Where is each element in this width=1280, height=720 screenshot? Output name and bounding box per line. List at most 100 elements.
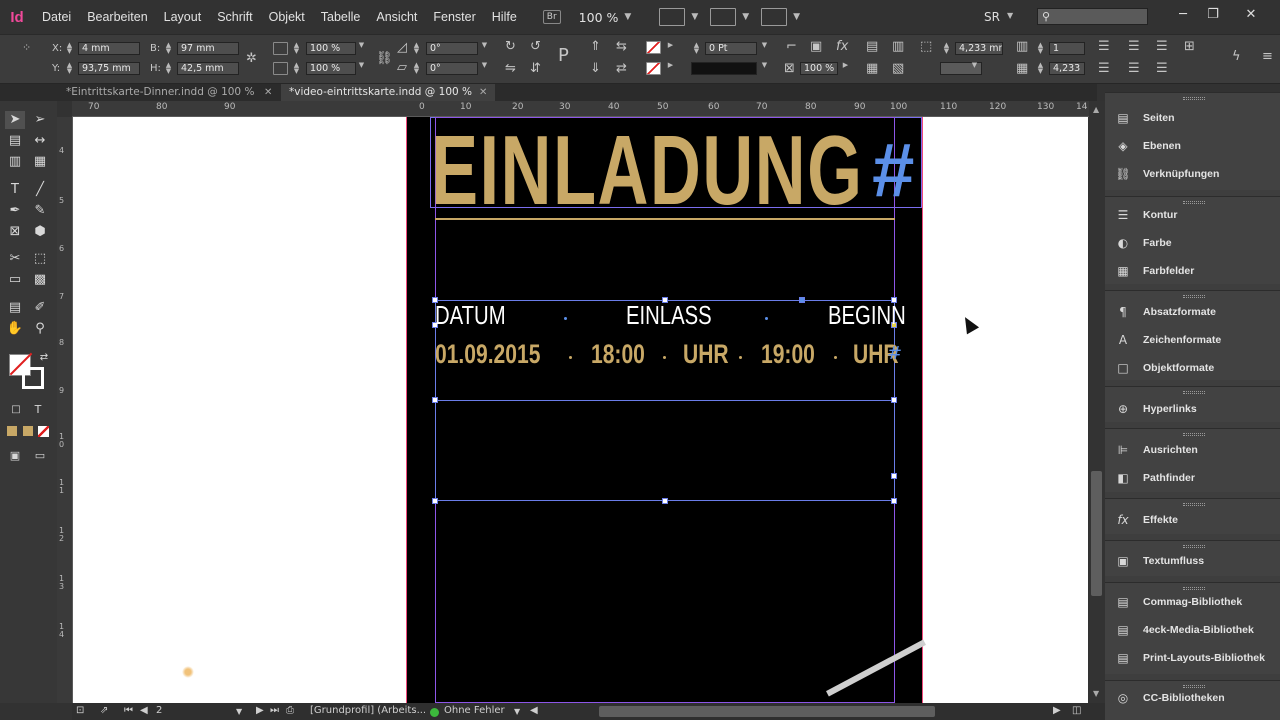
height-field[interactable]: 42,5 mm	[177, 62, 239, 75]
align-top-icon[interactable]: ☰	[1098, 39, 1110, 54]
chevron-up-icon[interactable]: ▲	[1093, 105, 1099, 114]
y-stepper[interactable]: ▲ ▼	[65, 62, 74, 75]
y-field[interactable]: 93,75 mm	[78, 62, 140, 75]
pasteboard[interactable]: EINLADUNG # DATUM EINLASS BEGINN 01.09.2…	[73, 117, 1088, 703]
chevron-down-icon[interactable]: ▼	[760, 62, 769, 75]
align-center-icon[interactable]: ☰	[1128, 39, 1140, 54]
selection-tool-icon[interactable]: ➤	[5, 111, 25, 129]
effects-icon[interactable]: fx	[836, 39, 848, 54]
rotate-cw-icon[interactable]: ↻	[505, 39, 516, 54]
screen-mode-icon[interactable]: ▭	[30, 447, 50, 465]
scroll-right-icon[interactable]: ▶	[1053, 705, 1061, 716]
gradient-feather-tool-icon[interactable]: ▩	[30, 271, 50, 289]
value-einlass-time[interactable]: 18:00	[591, 339, 645, 370]
bridge-button[interactable]: Br	[542, 10, 561, 24]
width-field[interactable]: 97 mm	[177, 42, 239, 55]
chevron-down-icon[interactable]: ▼	[793, 12, 800, 22]
chevron-down-icon[interactable]: ▼	[480, 62, 489, 75]
panel-commag-bibliothek[interactable]: ▤ Commag-Bibliothek	[1115, 592, 1275, 612]
quick-apply-icon[interactable]: ϟ	[1232, 49, 1241, 64]
link-scale-icon[interactable]: ⛓	[376, 51, 393, 66]
content-collector-icon[interactable]: ▥	[5, 153, 25, 171]
align-bottom-icon[interactable]: ☰	[1156, 39, 1168, 54]
drop-shadow-icon[interactable]: ▣	[810, 39, 822, 54]
preflight-profile-icon[interactable]: ⎙	[286, 705, 294, 716]
menu-schrift[interactable]: Schrift	[209, 0, 260, 34]
menu-layout[interactable]: Layout	[156, 0, 210, 34]
panel-seiten[interactable]: ▤ Seiten	[1115, 108, 1275, 128]
stroke-swatch[interactable]	[22, 367, 44, 389]
resize-handle[interactable]	[799, 297, 805, 303]
gap-tool-icon[interactable]: ↔	[30, 132, 50, 150]
align-right-icon[interactable]: ☰	[1156, 61, 1168, 76]
note-tool-icon[interactable]: ▤	[5, 299, 25, 317]
panel-verknuepfungen[interactable]: ⛓ Verknüpfungen	[1115, 164, 1275, 184]
panel-objektformate[interactable]: □ Objektformate	[1115, 358, 1275, 378]
panel-grip[interactable]	[1183, 97, 1205, 100]
scissors-tool-icon[interactable]: ✂	[5, 250, 25, 268]
panel-menu-icon[interactable]: ≡	[1262, 49, 1273, 64]
pencil-tool-icon[interactable]: ✎	[30, 202, 50, 220]
panel-effekte[interactable]: fx Effekte	[1115, 510, 1275, 530]
menu-objekt[interactable]: Objekt	[261, 0, 313, 34]
previous-page-icon[interactable]: ◀	[140, 705, 148, 716]
screen-mode-icon[interactable]	[710, 8, 737, 26]
close-icon[interactable]: ✕	[479, 87, 487, 98]
flip-horizontal-icon[interactable]: ⇋	[505, 61, 516, 76]
headline-text[interactable]: EINLADUNG	[431, 121, 863, 219]
apply-color-icon[interactable]	[7, 426, 17, 436]
polygon-tool-icon[interactable]: ⬢	[30, 223, 50, 241]
panel-ausrichten[interactable]: ⊫ Ausrichten	[1115, 440, 1275, 460]
minimize-button[interactable]: ─	[1168, 5, 1198, 25]
panel-kontur[interactable]: ☰ Kontur	[1115, 205, 1275, 225]
chevron-down-icon[interactable]: ▼	[357, 62, 366, 75]
chevron-down-icon[interactable]: ▼	[624, 12, 631, 22]
swap-colors-icon[interactable]: ⇄	[34, 349, 54, 367]
chevron-down-icon[interactable]: ▼	[357, 42, 366, 55]
stroke-weight-stepper[interactable]: ▲ ▼	[692, 42, 701, 55]
free-transform-tool-icon[interactable]: ⬚	[30, 250, 50, 268]
vertical-ruler[interactable]: 4 5 6 7 8 9 10 11 12 13 14	[57, 117, 73, 703]
gutter-field[interactable]: 4,233 m	[1049, 62, 1085, 75]
panel-grip[interactable]	[1183, 391, 1205, 394]
close-icon[interactable]: ✕	[264, 87, 272, 98]
scroll-left-icon[interactable]: ◀	[530, 705, 538, 716]
preflight-profile-select[interactable]: [Grundprofil] (Arbeits...	[310, 705, 426, 716]
select-content-icon[interactable]: ⇓	[590, 61, 601, 76]
rotate-ccw-icon[interactable]: ↺	[530, 39, 541, 54]
gutter-stepper[interactable]: ▲ ▼	[1036, 62, 1045, 75]
value-einlass-uhr[interactable]: UHR	[683, 339, 729, 370]
panel-grip[interactable]	[1183, 503, 1205, 506]
select-previous-icon[interactable]: ⇆	[616, 39, 627, 54]
last-page-icon[interactable]: ⏭	[270, 705, 279, 716]
stroke-weight-field[interactable]: 0 Pt	[705, 42, 757, 55]
chevron-down-icon[interactable]: ▼	[480, 42, 489, 55]
width-stepper[interactable]: ▲ ▼	[164, 42, 173, 55]
chevron-down-icon[interactable]: ▼	[236, 707, 242, 716]
menu-bearbeiten[interactable]: Bearbeiten	[79, 0, 155, 34]
scale-x-field[interactable]: 100 %	[306, 42, 356, 55]
apply-gradient-icon[interactable]	[23, 426, 33, 436]
formatting-container-icon[interactable]: □	[6, 401, 26, 419]
chevron-right-icon[interactable]: ▶	[841, 62, 850, 75]
resize-handle[interactable]	[891, 473, 897, 479]
search-input[interactable]: ⚲	[1037, 8, 1148, 25]
page-tool-icon[interactable]: ▤	[5, 132, 25, 150]
panel-grip[interactable]	[1183, 545, 1205, 548]
fit-frame-icon[interactable]: ▥	[892, 39, 904, 54]
corner-options-icon[interactable]: ⌐	[786, 39, 797, 54]
columns-stepper[interactable]: ▲ ▼	[1036, 42, 1045, 55]
frame-options-icon[interactable]: ⊞	[1184, 39, 1195, 54]
eyedropper-tool-icon[interactable]: ✐	[30, 299, 50, 317]
panel-grip[interactable]	[1183, 295, 1205, 298]
chevron-down-icon[interactable]: ▼	[970, 62, 979, 75]
chevron-down-icon[interactable]: ▼	[1007, 11, 1013, 20]
fill-frame-icon[interactable]: ▧	[892, 61, 904, 76]
constrain-proportions-icon[interactable]: ✲	[246, 51, 257, 66]
spacing-stepper[interactable]: ▲ ▼	[942, 42, 951, 55]
spacing-field[interactable]: 4,233 mm	[955, 42, 1003, 55]
normal-view-icon[interactable]: ▣	[5, 447, 25, 465]
zoom-tool-icon[interactable]: ⚲	[30, 320, 50, 338]
hand-tool-icon[interactable]: ✋	[5, 320, 25, 338]
path-icon[interactable]: P	[558, 45, 569, 66]
